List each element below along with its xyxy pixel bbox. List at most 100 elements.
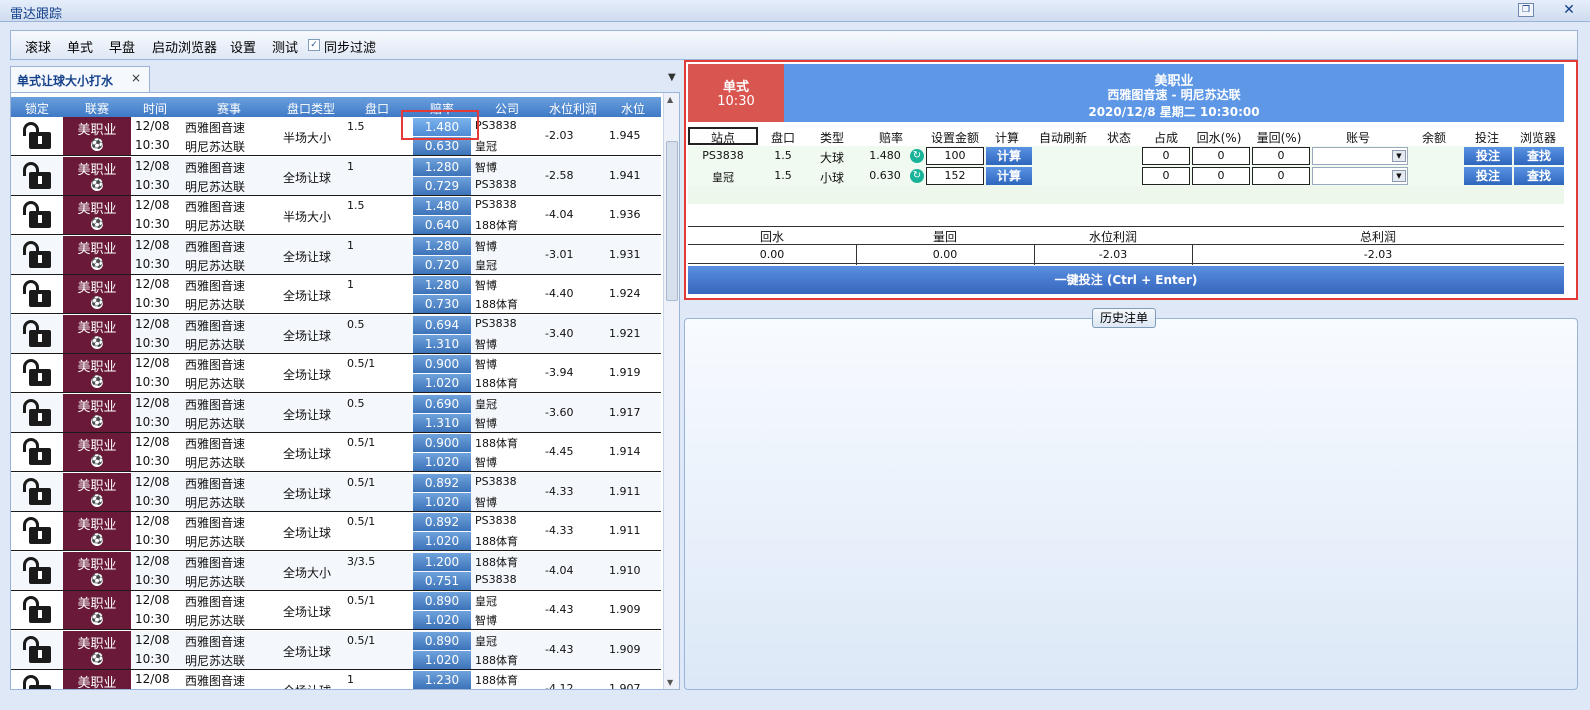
row-odds-1[interactable]: 0.892 <box>413 474 471 492</box>
restore-icon[interactable]: ❐ <box>1518 3 1534 17</box>
row-odds-1[interactable]: 0.900 <box>413 355 471 373</box>
row-odds-2[interactable]: 0.730 <box>413 295 471 313</box>
unlock-icon[interactable] <box>11 631 63 669</box>
sync-filter-checkbox[interactable]: ✓ <box>308 39 320 51</box>
col-league[interactable]: 联赛 <box>63 100 131 117</box>
unlock-icon[interactable] <box>11 512 63 550</box>
col-lock[interactable]: 锁定 <box>11 100 63 117</box>
row-odds-1[interactable]: 1.230 <box>413 671 471 689</box>
menu-item-early[interactable]: 早盘 <box>109 37 135 56</box>
tab-single-handicap[interactable]: 单式让球大小打水 × <box>10 66 150 92</box>
table-row[interactable]: 美职业 ⚽ 12/08 10:30 西雅图音速 明尼苏达联 半场大小 1.5 1.480 0.63… <box>11 117 661 156</box>
row-odds-1[interactable]: 0.694 <box>413 316 471 334</box>
unlock-icon[interactable] <box>11 236 63 274</box>
row-odds-2[interactable]: 1.020 <box>413 493 471 511</box>
row-odds-2[interactable]: 0.751 <box>413 572 471 590</box>
col-water[interactable]: 水位 <box>605 100 661 117</box>
qty-input[interactable]: 0 <box>1252 167 1310 185</box>
table-row[interactable]: 美职业 ⚽ 12/08 10:30 西雅图音速 明尼苏达联 全场让球 1 1.280 0.720 智… <box>11 236 661 275</box>
chevron-down-icon[interactable]: ▼ <box>1392 150 1406 162</box>
row-odds-1[interactable]: 1.280 <box>413 276 471 294</box>
account-select[interactable]: ▼ <box>1312 147 1408 165</box>
account-select[interactable]: ▼ <box>1312 167 1408 185</box>
unlock-icon[interactable] <box>11 354 63 392</box>
col-time[interactable]: 时间 <box>131 100 179 117</box>
unlock-icon[interactable] <box>11 552 63 590</box>
row-odds-1[interactable]: 1.280 <box>413 237 471 255</box>
table-row[interactable]: 美职业 ⚽ 12/08 10:30 西雅图音速 明尼苏达联 全场让球 0.5 0.694 1.31… <box>11 315 661 354</box>
calc-button[interactable]: 计算 <box>986 167 1032 185</box>
menu-item-live[interactable]: 滚球 <box>25 37 51 56</box>
col-company[interactable]: 公司 <box>473 100 541 117</box>
row-odds-1[interactable]: 1.480 <box>413 197 471 215</box>
share-input[interactable]: 0 <box>1142 147 1190 165</box>
unlock-icon[interactable] <box>11 315 63 353</box>
menu-item-test[interactable]: 测试 <box>272 37 298 56</box>
unlock-icon[interactable] <box>11 196 63 234</box>
table-row[interactable]: 美职业 ⚽ 12/08 10:30 西雅图音速 明尼苏达联 半场大小 1.5 1.480 0.64… <box>11 196 661 235</box>
unlock-icon[interactable] <box>11 157 63 195</box>
table-row[interactable]: 美职业 ⚽ 12/08 10:30 西雅图音速 明尼苏达联 全场让球 0.5/1 0.900 1.… <box>11 433 661 472</box>
menu-item-single[interactable]: 单式 <box>67 37 93 56</box>
tab-dropdown-icon[interactable]: ▼ <box>668 72 676 83</box>
share-input[interactable]: 0 <box>1142 167 1190 185</box>
row-odds-2[interactable]: 1.310 <box>413 335 471 353</box>
calc-button[interactable]: 计算 <box>986 147 1032 165</box>
bet-col-site[interactable]: 站点 <box>688 127 758 145</box>
table-row[interactable]: 美职业 ⚽ 12/08 10:30 西雅图音速 明尼苏达联 全场让球 0.5 0.690 1.31… <box>11 394 661 433</box>
table-row[interactable]: 美职业 ⚽ 12/08 10:30 西雅图音速 明尼苏达联 全场让球 1 1.280 0.730 智… <box>11 275 661 314</box>
tab-close-icon[interactable]: × <box>131 71 141 85</box>
row-odds-1[interactable]: 1.280 <box>413 158 471 176</box>
one-click-bet-button[interactable]: 一键投注 (Ctrl + Enter) <box>688 266 1564 294</box>
row-odds-2[interactable]: 1.310 <box>413 414 471 432</box>
rebate-input[interactable]: 0 <box>1192 147 1250 165</box>
table-row[interactable]: 美职业 ⚽ 12/08 10:30 西雅图音速 明尼苏达联 全场让球 1 1.280 0.729 智… <box>11 157 661 196</box>
refresh-icon[interactable]: ↻ <box>910 169 924 183</box>
scroll-down-icon[interactable]: ▼ <box>667 678 673 687</box>
row-odds-2[interactable]: 1.020 <box>413 651 471 669</box>
menu-item-launch-browser[interactable]: 启动浏览器 <box>152 37 217 56</box>
row-odds-1[interactable]: 0.890 <box>413 632 471 650</box>
unlock-icon[interactable] <box>11 670 63 689</box>
row-odds-1[interactable]: 0.900 <box>413 434 471 452</box>
scroll-up-icon[interactable]: ▲ <box>667 95 673 104</box>
bet-amount-input[interactable]: 152 <box>926 167 984 185</box>
unlock-icon[interactable] <box>11 591 63 629</box>
col-match[interactable]: 赛事 <box>179 100 279 117</box>
history-orders-button[interactable]: 历史注单 <box>1092 308 1156 328</box>
chevron-down-icon[interactable]: ▼ <box>1392 170 1406 182</box>
row-odds-1[interactable]: 0.690 <box>413 395 471 413</box>
col-market-type[interactable]: 盘口类型 <box>279 100 343 117</box>
unlock-icon[interactable] <box>11 117 63 155</box>
row-odds-1[interactable]: 0.892 <box>413 513 471 531</box>
menu-item-settings[interactable]: 设置 <box>230 37 256 56</box>
table-row[interactable]: 美职业 ⚽ 12/08 10:30 西雅图音速 明尼苏达联 全场让球 0.5/1 0.900 1.… <box>11 354 661 393</box>
scroll-thumb[interactable] <box>666 141 678 301</box>
row-odds-2[interactable]: 0.640 <box>413 216 471 234</box>
table-row[interactable]: 美职业 ⚽ 12/08 10:30 西雅图音速 明尼苏达联 全场让球 0.5/1 0.890 1.… <box>11 631 661 670</box>
row-odds-1[interactable]: 0.890 <box>413 592 471 610</box>
row-odds-2[interactable]: 1.020 <box>413 453 471 471</box>
bet-button[interactable]: 投注 <box>1464 167 1512 185</box>
table-row[interactable]: 美职业 ⚽ 12/08 10:30 西雅图音速 明尼苏达联 全场让球 0.5/1 0.892 1.… <box>11 473 661 512</box>
bet-button[interactable]: 投注 <box>1464 147 1512 165</box>
row-odds-2[interactable]: 1.020 <box>413 532 471 550</box>
table-row[interactable]: 美职业 ⚽ 12/08 10:30 西雅图音速 明尼苏达联 全场让球 0.5/1 0.890 1.… <box>11 591 661 630</box>
refresh-icon[interactable]: ↻ <box>910 149 924 163</box>
row-odds-2[interactable]: 0.720 <box>413 256 471 274</box>
row-odds-2[interactable]: 1.020 <box>413 611 471 629</box>
row-odds-2[interactable]: 0.729 <box>413 177 471 195</box>
browser-find-button[interactable]: 查找 <box>1514 167 1564 185</box>
table-row[interactable]: 美职业 ⚽ 12/08 10:30 西雅图音速 明尼苏达联 全场让球 0.5/1 0.892 1.… <box>11 512 661 551</box>
row-odds-2[interactable]: 1.020 <box>413 374 471 392</box>
sync-filter-label[interactable]: 同步过滤 <box>324 37 376 56</box>
qty-input[interactable]: 0 <box>1252 147 1310 165</box>
bet-amount-input[interactable]: 100 <box>926 147 984 165</box>
grid-scrollbar[interactable]: ▲ ▼ <box>663 93 679 689</box>
close-icon[interactable]: ✕ <box>1560 2 1578 18</box>
row-odds-1[interactable]: 1.200 <box>413 553 471 571</box>
unlock-icon[interactable] <box>11 275 63 313</box>
col-profit[interactable]: 水位利润 <box>541 100 605 117</box>
unlock-icon[interactable] <box>11 433 63 471</box>
browser-find-button[interactable]: 查找 <box>1514 147 1564 165</box>
